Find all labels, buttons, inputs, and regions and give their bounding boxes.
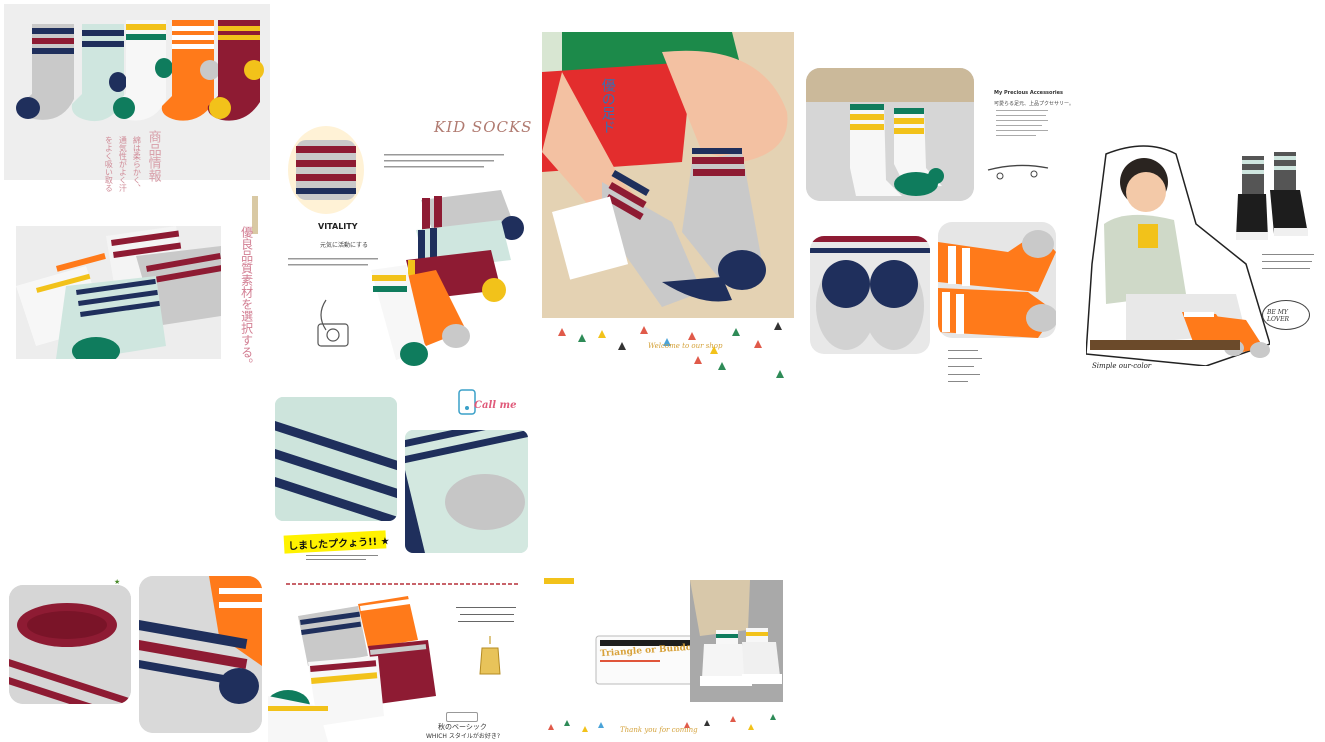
autumn-tag [446, 712, 478, 722]
camera-doodle-icon [317, 299, 349, 347]
sock-soles-photo [810, 236, 930, 354]
product-info-body-3: をよく吸い取る [104, 136, 114, 192]
mint-heel-illustration [405, 430, 528, 553]
white-shoes-photo [690, 580, 783, 702]
navy-orange-illustration [139, 576, 262, 733]
confetti-triangles [558, 322, 784, 378]
socks-scatter-illustration [268, 596, 436, 742]
bottom-divider [286, 583, 519, 585]
navy-orange-heel-closeup [139, 576, 262, 733]
be-my-lover-badge: BE MY LOVER [1262, 300, 1310, 330]
vitality-subtitle: 元気に活動にする [320, 242, 369, 249]
product-info-heading: 商品情報 [145, 130, 161, 182]
mint-heel-closeup [405, 430, 528, 553]
socks-pile-illustration [16, 226, 221, 359]
confetti-strip: Welcome to our shop [548, 320, 792, 384]
product-info-body-2: 通気性がよく汗 [118, 136, 128, 192]
feet-heading: 優の足ド [599, 78, 616, 134]
child-feet-photo: 優の足ド [542, 32, 794, 318]
kid-socks-title: KID SOCKS [434, 118, 533, 136]
sneakers-icon [1236, 152, 1308, 240]
thank-you-caption: Thank you for coming [620, 726, 698, 734]
simple-our-color-caption: Simple our-color [1092, 362, 1152, 370]
kid-socks-illustration [288, 126, 524, 366]
white-shoes-illustration [690, 580, 783, 702]
socks-pile-photo [16, 226, 221, 359]
kid-socks-panel: KID SOCKS VITALITY 元気に活動にする [276, 110, 536, 386]
bottom-text-lines [456, 607, 516, 622]
yellow-callout-banner: しましたプクょう!! ★ [283, 530, 390, 554]
socks-scatter-photo [268, 596, 448, 742]
product-info-body-1: 綿は柔らかく、 [132, 136, 142, 192]
banner-text-lines [306, 555, 378, 560]
white-green-socks-photo [806, 68, 974, 201]
be-my-lover-text: BE MY LOVER [1267, 309, 1290, 323]
welcome-caption: Welcome to our shop [648, 342, 723, 350]
vitality-label: VITALITY [318, 222, 358, 231]
accessories-subheading: 可愛らる足元、上品プクセサリー。 [994, 101, 1074, 107]
boy-caption-lines [1262, 254, 1314, 269]
accessories-text-lines [996, 110, 1048, 136]
white-green-socks-illustration [806, 68, 974, 201]
orange-socks-photo [938, 222, 1056, 338]
mashita-caption: しましたプクょう!! ★ [287, 536, 390, 553]
child-feet-illustration [542, 32, 794, 318]
small-text-scribble [948, 350, 982, 382]
mint-cuff-closeup [275, 397, 397, 521]
sock-grey-navy [16, 24, 74, 120]
socks-stack [371, 190, 524, 366]
maroon-cuff-closeup [9, 585, 131, 704]
gift-bag-icon [479, 636, 501, 675]
sock-soles-illustration [810, 236, 930, 350]
accessories-heading: My Precious Accessories [994, 90, 1064, 96]
skateboard-doodle-icon [987, 164, 1049, 180]
which-style-caption: WHICH スタイルがお好き? [426, 733, 501, 740]
quality-material-heading: 優良品質素材を選択する。 [239, 226, 254, 370]
orange-socks-illustration [938, 230, 1056, 338]
sock-cuff-bubble [288, 126, 364, 214]
maroon-cuff-illustration [9, 585, 131, 704]
mint-cuff-illustration [275, 397, 397, 521]
call-me-caption: Call me [474, 400, 517, 411]
